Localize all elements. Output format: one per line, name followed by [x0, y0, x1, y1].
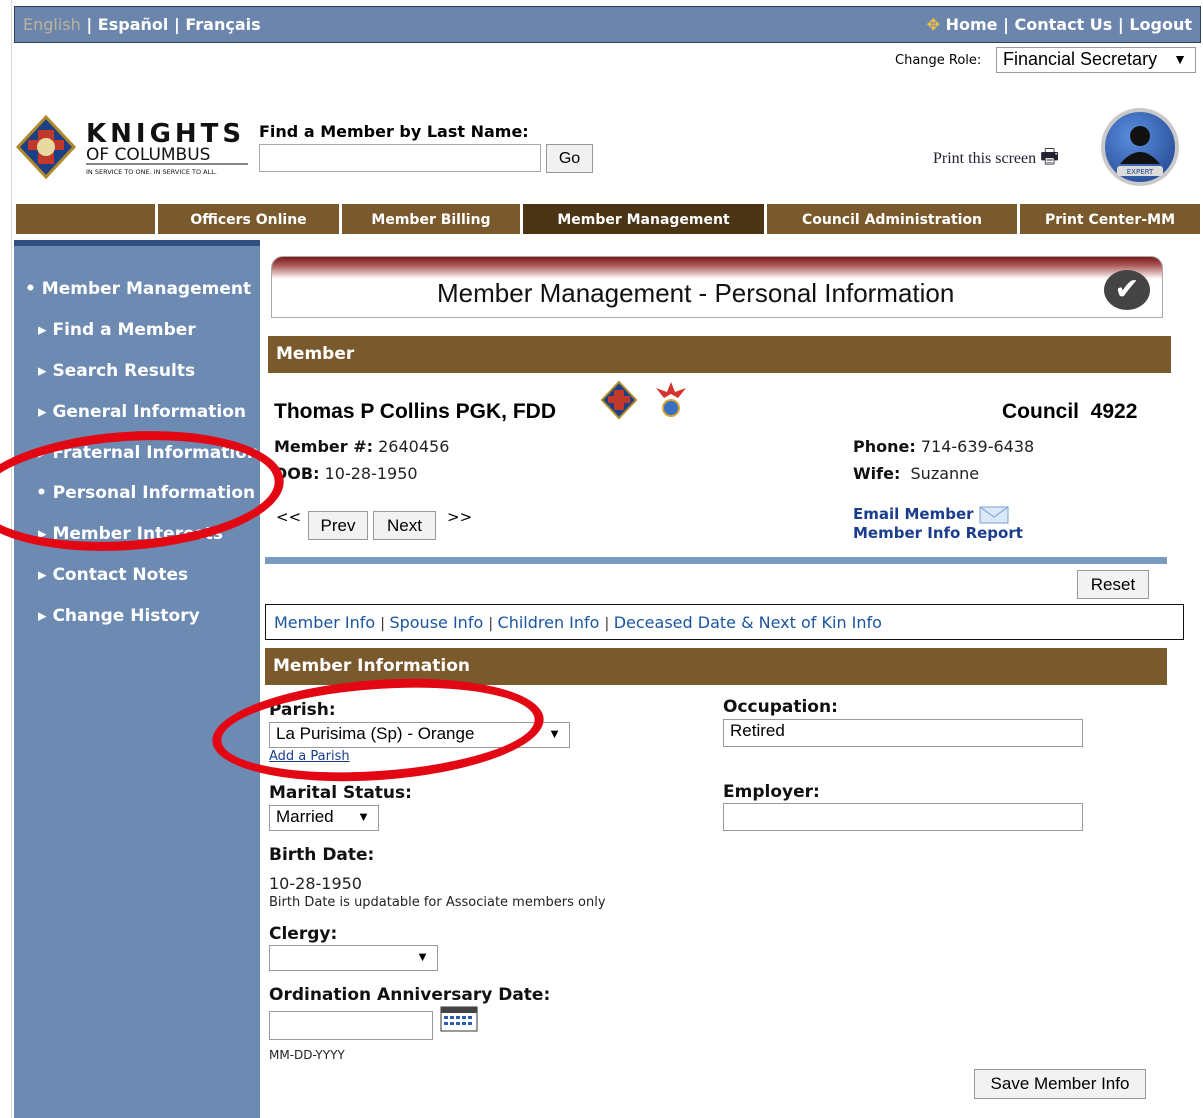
employer-input[interactable] [723, 803, 1083, 831]
sidebar-item-contact-notes[interactable]: ▸ Contact Notes [38, 565, 188, 585]
council-number: Council 4922 [1002, 400, 1138, 423]
sidebar-item-search-results[interactable]: ▸ Search Results [38, 361, 195, 381]
birth-date-label: Birth Date: [269, 845, 375, 865]
marital-status-label: Marital Status: [269, 783, 412, 803]
clergy-label: Clergy: [269, 924, 338, 944]
checkmark-icon: ✔ [1104, 270, 1150, 310]
birth-date-value: 10-28-1950 [269, 874, 362, 893]
chevron-down-icon: ▼ [548, 726, 561, 741]
chevron-down-icon: ▼ [357, 809, 370, 824]
page-title: Member Management - Personal Information [437, 278, 955, 308]
top-links: ✥ Home | Contact Us | Logout [926, 15, 1192, 34]
member-number: Member #: 2640456 [274, 437, 450, 456]
tab-member-info[interactable]: Member Info [274, 613, 375, 632]
prev-arrows-icon[interactable]: << [276, 508, 301, 526]
member-dob: DOB: 10-28-1950 [274, 464, 418, 483]
lang-english[interactable]: English [23, 15, 81, 34]
home-link[interactable]: Home [946, 15, 998, 34]
date-format-hint: MM-DD-YYYY [269, 1048, 345, 1062]
go-button[interactable]: Go [546, 144, 593, 173]
expert-badge: EXPERT [1101, 108, 1179, 186]
main-nav: Officers Online Member Billing Member Ma… [16, 204, 1200, 234]
page-left-border [0, 0, 12, 1118]
last-name-search-input[interactable] [259, 144, 541, 172]
chevron-down-icon: ▼ [1173, 51, 1187, 67]
occupation-input[interactable]: Retired [723, 719, 1083, 747]
nav-council-administration[interactable]: Council Administration [767, 204, 1017, 234]
calendar-icon[interactable] [440, 1006, 478, 1036]
language-links: English | Español | Français [23, 15, 261, 34]
print-screen-label: Print this screen [933, 150, 1037, 167]
nav-blank [16, 204, 155, 234]
top-bar: English | Español | Français ✥ Home | Co… [14, 6, 1201, 43]
chevron-down-icon: ▼ [416, 949, 429, 964]
save-member-info-button[interactable]: Save Member Info [974, 1069, 1146, 1099]
fourth-degree-emblem-icon [652, 378, 690, 426]
role-value: Financial Secretary [1003, 49, 1158, 69]
section-divider [265, 557, 1167, 564]
home-bullet-icon: ✥ [926, 15, 941, 34]
employer-label: Employer: [723, 782, 820, 802]
subtab-bar: Member Info | Spouse Info | Children Inf… [265, 604, 1184, 640]
sidebar-item-member-management[interactable]: • Member Management [25, 279, 251, 299]
member-info-report-link[interactable]: Member Info Report [853, 524, 1023, 542]
sidebar-item-find-a-member[interactable]: ▸ Find a Member [38, 320, 196, 340]
knights-emblem-icon [600, 380, 638, 424]
logout-link[interactable]: Logout [1129, 15, 1192, 34]
nav-member-billing[interactable]: Member Billing [342, 204, 520, 234]
change-role-select[interactable]: Financial Secretary ▼ [996, 47, 1196, 73]
printer-icon: 🖶 [1040, 146, 1059, 168]
lang-spanish[interactable]: Español [98, 15, 169, 34]
expert-badge-text: EXPERT [1127, 168, 1154, 176]
tab-spouse-info[interactable]: Spouse Info [389, 613, 483, 632]
birth-date-note: Birth Date is updatable for Associate me… [269, 895, 606, 910]
tab-deceased-date-next-of-kin[interactable]: Deceased Date & Next of Kin Info [614, 613, 882, 632]
nav-member-management[interactable]: Member Management [523, 204, 764, 234]
logo-tagline: IN SERVICE TO ONE. IN SERVICE TO ALL. [86, 168, 217, 176]
occupation-label: Occupation: [723, 697, 838, 717]
next-arrows-icon[interactable]: >> [447, 508, 472, 526]
lang-french[interactable]: Français [185, 15, 260, 34]
print-screen-link[interactable]: Print this screen 🖶 [933, 142, 1059, 176]
sidebar-item-change-history[interactable]: ▸ Change History [38, 606, 200, 626]
clergy-select[interactable]: ▼ [269, 945, 438, 971]
tab-children-info[interactable]: Children Info [498, 613, 600, 632]
ordination-date-input[interactable] [269, 1011, 433, 1040]
marital-status-select[interactable]: Married ▼ [269, 805, 379, 831]
envelope-icon [979, 506, 1009, 523]
member-phone: Phone: 714-639-6438 [853, 437, 1035, 456]
sidebar-item-general-information[interactable]: ▸ General Information [38, 402, 246, 422]
nav-officers-online[interactable]: Officers Online [158, 204, 339, 234]
member-section-header: Member [268, 336, 1171, 373]
reset-button[interactable]: Reset [1077, 570, 1149, 599]
member-name: Thomas P Collins PGK, FDD [274, 400, 556, 423]
ordination-date-label: Ordination Anniversary Date: [269, 985, 551, 1005]
sidebar: • Member Management ▸ Find a Member ▸ Se… [14, 240, 260, 1118]
nav-print-center[interactable]: Print Center-MM [1020, 204, 1200, 234]
find-member-label: Find a Member by Last Name: [259, 122, 529, 141]
logo-line2: OF COLUMBUS [86, 145, 210, 165]
email-member-link[interactable]: Email Member [853, 505, 1009, 524]
next-button[interactable]: Next [373, 511, 436, 540]
member-wife: Wife: Suzanne [853, 464, 980, 483]
prev-button[interactable]: Prev [308, 511, 368, 540]
marital-status-value: Married [276, 807, 334, 826]
change-role-label: Change Role: [895, 53, 982, 68]
contact-us-link[interactable]: Contact Us [1015, 15, 1113, 34]
knights-of-columbus-logo[interactable]: KNIGHTS OF COLUMBUS IN SERVICE TO ONE. I… [15, 112, 251, 182]
